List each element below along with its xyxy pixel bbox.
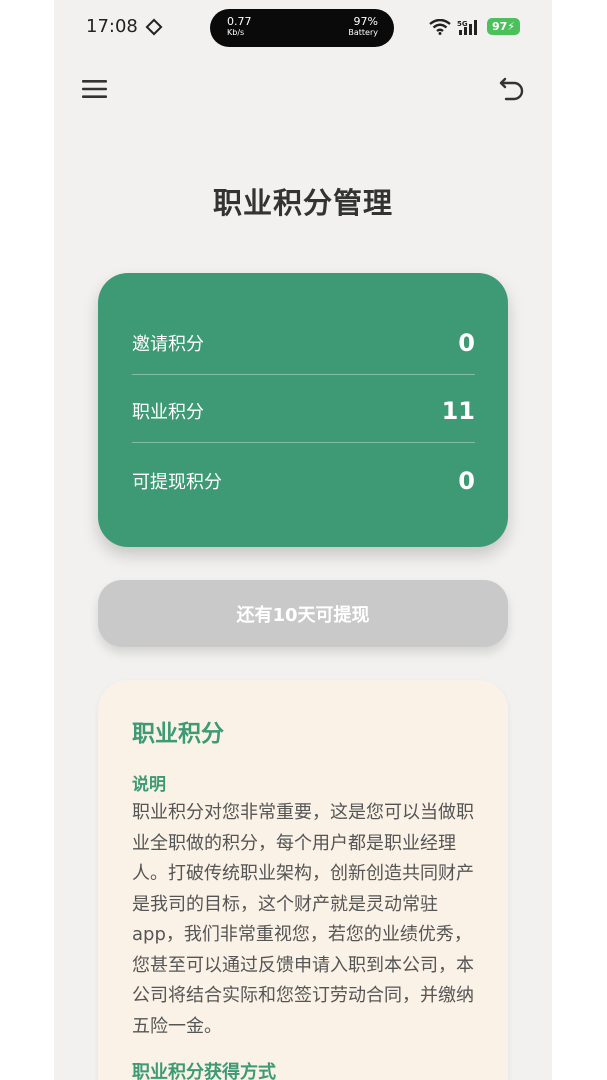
- withdrawable-points-label: 可提现积分: [132, 472, 222, 493]
- status-time: 17:08: [86, 16, 163, 37]
- battery-info: 97% Battery: [348, 15, 378, 38]
- battery-icon: 97⚡: [486, 18, 520, 35]
- network-speed-value: 0.77: [227, 15, 252, 28]
- signal-icon: 5G: [457, 19, 477, 35]
- battery-label: Battery: [348, 28, 378, 37]
- menu-button[interactable]: [80, 74, 110, 104]
- menu-icon: [82, 80, 107, 98]
- divider: [132, 442, 475, 443]
- wifi-icon: [429, 18, 451, 35]
- career-points-row: 职业积分 11: [132, 391, 475, 431]
- info-card: 职业积分 说明 职业积分对您非常重要，这是您可以当做职业全职做的积分，每个用户都…: [98, 680, 508, 1080]
- career-points-label: 职业积分: [132, 402, 204, 423]
- network-speed: 0.77 Kb/s: [227, 15, 252, 38]
- divider: [132, 374, 475, 375]
- back-icon: [499, 77, 524, 101]
- info-body: 职业积分对您非常重要，这是您可以当做职业全职做的积分，每个用户都是职业经理人。打…: [132, 802, 474, 1037]
- status-icons: 5G 97⚡: [429, 18, 520, 35]
- withdrawable-points-row: 可提现积分 0: [132, 461, 475, 501]
- career-points-value: 11: [441, 397, 475, 425]
- info-subtitle: 说明: [132, 775, 166, 795]
- withdrawable-points-value: 0: [458, 467, 475, 495]
- svg-text:5G: 5G: [457, 20, 468, 28]
- withdraw-button[interactable]: 还有10天可提现: [98, 580, 508, 647]
- earning-methods-heading: 职业积分获得方式: [132, 1062, 276, 1080]
- invite-points-label: 邀请积分: [132, 334, 204, 355]
- info-title: 职业积分: [132, 721, 224, 747]
- battery-level: 97: [491, 20, 508, 33]
- points-card: 邀请积分 0 职业积分 11 可提现积分 0: [98, 273, 508, 547]
- invite-points-value: 0: [458, 329, 475, 357]
- network-speed-unit: Kb/s: [227, 28, 245, 37]
- dynamic-island: 0.77 Kb/s 97% Battery: [210, 9, 394, 47]
- back-button[interactable]: [498, 74, 526, 102]
- notification-icon: [145, 18, 163, 35]
- page-title: 职业积分管理: [212, 186, 393, 220]
- app-screen: 17:08 0.77 Kb/s 97% Battery 5G 97⚡ 职业积分管…: [54, 0, 552, 1080]
- status-bar: 17:08 0.77 Kb/s 97% Battery 5G 97⚡: [54, 0, 552, 56]
- invite-points-row: 邀请积分 0: [132, 323, 475, 363]
- clock-text: 17:08: [86, 16, 138, 37]
- battery-percent: 97%: [353, 15, 378, 28]
